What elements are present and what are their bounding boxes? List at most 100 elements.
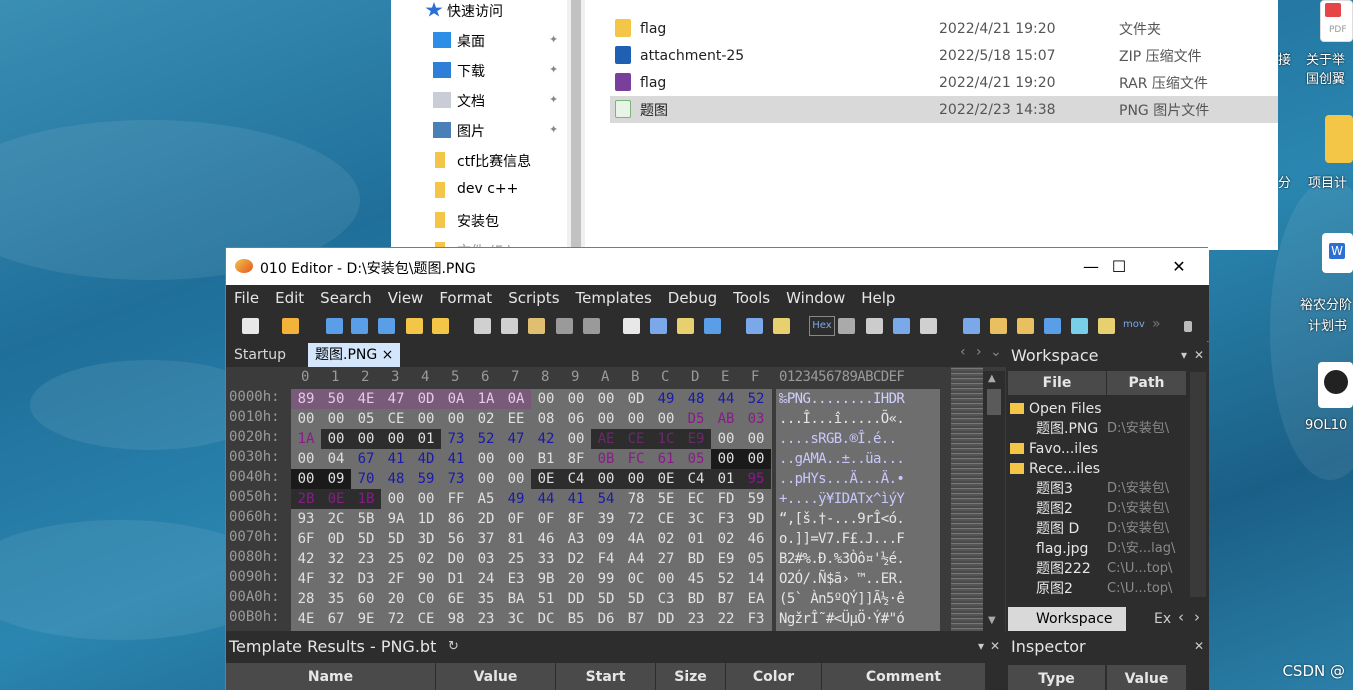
hex-byte[interactable]: 42 [291,549,321,569]
folder-icon[interactable] [1325,115,1353,163]
hex-byte[interactable]: 86 [441,509,471,529]
hex-byte[interactable]: FD [711,489,741,509]
hex-byte[interactable]: 05 [681,449,711,469]
app-logo-icon[interactable] [1318,362,1353,408]
hex-byte[interactable]: CE [381,409,411,429]
hex-byte[interactable]: 52 [741,389,771,409]
hex-byte[interactable]: 35 [471,589,501,609]
hex-byte[interactable]: 02 [411,549,441,569]
hex-byte[interactable]: 0D [411,389,441,409]
hex-byte[interactable]: 5E [651,489,681,509]
hex-byte[interactable]: 45 [681,569,711,589]
hex-byte[interactable]: 00 [321,429,351,449]
workspace-group[interactable]: Rece...iles [1010,459,1100,479]
hex-byte[interactable]: 48 [381,469,411,489]
hex-byte[interactable]: 23 [471,609,501,629]
hex-byte[interactable]: 0F [531,509,561,529]
ascii-row[interactable]: ‰PNG........IHDR [779,389,905,409]
hex-byte[interactable]: 44 [531,489,561,509]
column-header-color[interactable]: Color [726,663,822,690]
multi-folder-icon[interactable] [432,318,449,334]
inspector-column-0[interactable]: Type [1008,665,1106,690]
find-in-files-icon[interactable] [677,318,694,334]
hex-byte[interactable]: 41 [381,449,411,469]
highlight-icon[interactable] [773,318,790,334]
hex-byte[interactable]: C0 [411,589,441,609]
hex-byte[interactable]: 0B [591,449,621,469]
desktop-icon-label-3[interactable]: 裕农分阶 [1300,294,1352,313]
menu-item-format[interactable]: Format [431,285,500,311]
close-panel-icon[interactable]: ✕ [1194,348,1204,362]
hex-byte[interactable]: 00 [471,469,501,489]
hex-byte[interactable]: 00 [711,429,741,449]
hex-byte[interactable]: D6 [591,609,621,629]
hex-byte[interactable]: 00 [351,429,381,449]
scroll-down-icon[interactable]: ▼ [988,615,996,626]
hex-byte[interactable]: D0 [441,549,471,569]
maximize-button[interactable]: ☐ [1091,248,1147,285]
hex-byte[interactable]: F3 [741,609,771,629]
hex-byte[interactable]: BA [501,589,531,609]
pause-icon[interactable] [1184,321,1192,332]
menu-item-debug[interactable]: Debug [660,285,725,311]
hex-byte[interactable]: 00 [651,569,681,589]
tab-scroll-right-icon[interactable]: › [1194,608,1200,626]
hex-byte[interactable]: 61 [651,449,681,469]
ascii-row[interactable]: NgžrÎ˜#<ÜµÖ·Ý#"ó [779,609,905,629]
hex-byte[interactable]: 4E [291,609,321,629]
menu-item-scripts[interactable]: Scripts [500,285,567,311]
replace-icon[interactable] [650,318,667,334]
hex-byte[interactable]: 00 [591,389,621,409]
swap-icon[interactable] [1017,318,1034,334]
hex-byte[interactable]: 9D [741,509,771,529]
hex-byte[interactable]: C4 [681,469,711,489]
nav-item-4[interactable]: 图片 ✦ [391,116,567,144]
nav-item-6[interactable]: dev c++ [391,176,567,204]
desktop-icon-label-4[interactable]: 9OL10 [1305,418,1347,433]
hex-byte[interactable]: A3 [561,529,591,549]
copy-icon[interactable] [501,318,518,334]
hex-byte[interactable]: 0A [501,389,531,409]
column-header-name[interactable]: Name [226,663,436,690]
paragraph-icon[interactable] [866,318,883,334]
save-as-icon[interactable] [351,318,368,334]
tab-scroll-right-icon[interactable]: › [976,344,982,360]
ascii-row[interactable]: ....sRGB.®Î.é.. [779,429,897,449]
hex-byte[interactable]: E9 [711,549,741,569]
hex-byte[interactable]: 00 [741,429,771,449]
hex-byte[interactable]: 59 [741,489,771,509]
tab-explorer[interactable]: Ex [1134,607,1174,631]
hex-byte[interactable]: 37 [471,529,501,549]
hex-byte[interactable]: 42 [531,429,561,449]
close-panel-icon[interactable]: ✕ [1194,639,1204,653]
hex-byte[interactable]: 72 [381,609,411,629]
hex-byte[interactable]: 0C [621,569,651,589]
hex-byte[interactable]: FF [441,489,471,509]
hex-byte[interactable]: 5D [621,589,651,609]
percent-icon[interactable] [1071,318,1088,334]
hex-byte[interactable]: 08 [531,409,561,429]
hex-byte[interactable]: A5 [471,489,501,509]
hex-byte[interactable]: 9E [351,609,381,629]
folder-icon[interactable] [406,318,423,334]
column-header-file[interactable]: File [1008,371,1106,395]
hex-byte[interactable]: 00 [501,469,531,489]
hex-byte[interactable]: 52 [711,569,741,589]
new-file-icon[interactable] [242,318,259,334]
column-header-start[interactable]: Start [556,663,656,690]
ascii-row[interactable]: ...Î...î.....Õ«. [779,409,905,429]
word-doc-icon[interactable]: W [1322,233,1353,273]
hex-scrollbar[interactable]: ▲ ▼ [983,371,1005,631]
hex-byte[interactable]: 56 [441,529,471,549]
menu-item-window[interactable]: Window [778,285,853,311]
hex-byte[interactable]: 5D [381,529,411,549]
hex-byte[interactable]: FC [621,449,651,469]
close-tab-icon[interactable]: × [377,347,394,363]
hex-byte[interactable]: 8F [561,449,591,469]
hex-byte[interactable]: 95 [741,469,771,489]
save-icon[interactable] [326,318,343,334]
bookmark-icon[interactable] [990,318,1007,334]
hex-byte[interactable]: 0A [441,389,471,409]
hex-byte[interactable]: 33 [531,549,561,569]
hex-byte[interactable]: 25 [501,549,531,569]
